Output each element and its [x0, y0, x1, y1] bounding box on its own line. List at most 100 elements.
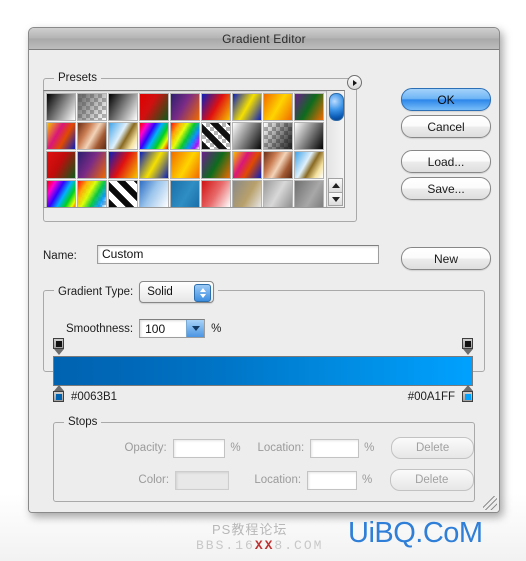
preset-swatch[interactable]	[139, 151, 169, 179]
right-stop-hex-label: #00A1FF	[407, 391, 455, 403]
presets-swatch-well	[43, 90, 345, 208]
stops-group: Stops Opacity: % Location: % Delete Colo…	[53, 416, 475, 502]
preset-swatch[interactable]	[139, 93, 169, 121]
gradient-type-select[interactable]: Solid	[139, 281, 215, 303]
preset-swatch[interactable]	[139, 180, 169, 207]
chevron-down-icon[interactable]	[186, 320, 205, 337]
preset-swatch[interactable]	[232, 122, 262, 150]
preset-swatch[interactable]	[108, 180, 138, 207]
opacity-location-input[interactable]	[310, 438, 360, 458]
resize-grip[interactable]	[483, 496, 497, 510]
color-location-unit: %	[362, 474, 373, 486]
window-titlebar[interactable]: Gradient Editor	[29, 28, 499, 50]
gradient-bar[interactable]	[53, 356, 473, 386]
preset-swatch[interactable]	[46, 180, 76, 207]
color-swatch-input[interactable]	[175, 470, 229, 490]
dialog-body: Presets OK Cancel Load... Save... New Na…	[29, 50, 499, 512]
scrollbar-thumb[interactable]	[329, 93, 345, 121]
preset-swatch[interactable]	[46, 93, 76, 121]
preset-swatch[interactable]	[108, 93, 138, 121]
preset-swatch[interactable]	[263, 93, 293, 121]
preset-swatch[interactable]	[201, 122, 231, 150]
triangle-right-icon	[353, 79, 358, 86]
preset-swatch[interactable]	[263, 180, 293, 207]
left-stop-hex-label: #0063B1	[71, 391, 118, 403]
preset-swatch[interactable]	[46, 151, 76, 179]
arrow-down-icon	[331, 196, 340, 202]
preset-swatch[interactable]	[294, 180, 324, 207]
smoothness-label: Smoothness:	[66, 322, 134, 335]
load-button[interactable]: Load...	[401, 150, 491, 173]
name-input[interactable]: Custom	[97, 245, 379, 264]
watermark-bbs-prefix: BBS.16	[196, 538, 255, 553]
watermark-bbs-suffix: 8.COM	[274, 538, 324, 553]
watermark-site-text: UiBQ.CoM	[348, 517, 483, 549]
preset-swatch[interactable]	[139, 122, 169, 150]
opacity-stop-left[interactable]	[53, 338, 64, 355]
preset-swatch[interactable]	[108, 122, 138, 150]
arrow-up-icon	[331, 183, 340, 188]
cancel-button[interactable]: Cancel	[401, 115, 491, 138]
presets-menu-button[interactable]	[347, 75, 362, 90]
opacity-location-label: Location:	[257, 442, 305, 454]
smoothness-value: 100	[145, 321, 166, 336]
color-label: Color:	[138, 474, 170, 486]
color-stop-right[interactable]	[462, 385, 473, 402]
preset-swatch[interactable]	[232, 93, 262, 121]
color-location-input[interactable]	[307, 470, 357, 490]
preset-swatch[interactable]	[294, 93, 324, 121]
save-button[interactable]: Save...	[401, 177, 491, 200]
stepper-up-down-icon[interactable]	[194, 283, 212, 302]
preset-swatch[interactable]	[201, 151, 231, 179]
preset-swatch[interactable]	[170, 151, 200, 179]
watermark-bbs-red: XX	[254, 538, 275, 553]
preset-swatch[interactable]	[77, 151, 107, 179]
preset-swatch[interactable]	[170, 93, 200, 121]
new-button[interactable]: New	[401, 247, 491, 270]
preset-swatch[interactable]	[108, 151, 138, 179]
presets-legend: Presets	[54, 72, 101, 84]
window-title: Gradient Editor	[222, 31, 306, 46]
opacity-stop-row: Opacity: % Location: % Delete	[54, 437, 474, 459]
preset-swatch[interactable]	[263, 151, 293, 179]
gradient-editor-dialog: Gradient Editor Presets OK Cancel Load..…	[28, 27, 500, 513]
preset-swatch[interactable]	[201, 180, 231, 207]
ok-button[interactable]: OK	[401, 88, 491, 111]
watermark-bbs-text: BBS.16XX8.COM	[196, 538, 323, 553]
preset-swatch[interactable]	[263, 122, 293, 150]
smoothness-input[interactable]: 100	[139, 319, 206, 338]
gradient-type-value: Solid	[147, 286, 173, 298]
color-stop-left[interactable]	[53, 385, 64, 402]
delete-opacity-stop-button[interactable]: Delete	[391, 437, 474, 459]
opacity-unit: %	[230, 442, 241, 454]
preset-swatch[interactable]	[170, 180, 200, 207]
preset-swatch[interactable]	[170, 122, 200, 150]
preset-swatch[interactable]	[232, 151, 262, 179]
scrollbar-up-button[interactable]	[328, 178, 344, 192]
opacity-input[interactable]	[172, 438, 226, 458]
opacity-label: Opacity:	[124, 442, 167, 454]
preset-swatch[interactable]	[294, 151, 324, 179]
opacity-location-unit: %	[364, 442, 375, 454]
watermark-chinese-text: PS教程论坛	[212, 522, 288, 537]
color-stop-row: Color: Location: % Delete	[54, 469, 474, 491]
gradient-type-header: Gradient Type: Solid	[54, 281, 219, 303]
stops-legend: Stops	[64, 416, 102, 428]
smoothness-unit: %	[211, 322, 222, 335]
preset-swatch[interactable]	[232, 180, 262, 207]
opacity-stop-right[interactable]	[462, 338, 473, 355]
presets-scrollbar[interactable]	[326, 91, 345, 207]
scrollbar-down-button[interactable]	[328, 192, 344, 206]
color-location-label: Location:	[254, 474, 302, 486]
preset-swatch[interactable]	[294, 122, 324, 150]
gradient-preview-area: #0063B1 #00A1FF	[53, 338, 473, 408]
preset-swatch[interactable]	[201, 93, 231, 121]
preset-swatch[interactable]	[46, 122, 76, 150]
presets-swatch-grid[interactable]	[44, 91, 326, 207]
smoothness-row: Smoothness: 100 %	[66, 319, 221, 338]
name-label: Name:	[43, 250, 77, 262]
preset-swatch[interactable]	[77, 180, 107, 207]
delete-color-stop-button[interactable]: Delete	[389, 469, 474, 491]
preset-swatch[interactable]	[77, 122, 107, 150]
preset-swatch[interactable]	[77, 93, 107, 121]
